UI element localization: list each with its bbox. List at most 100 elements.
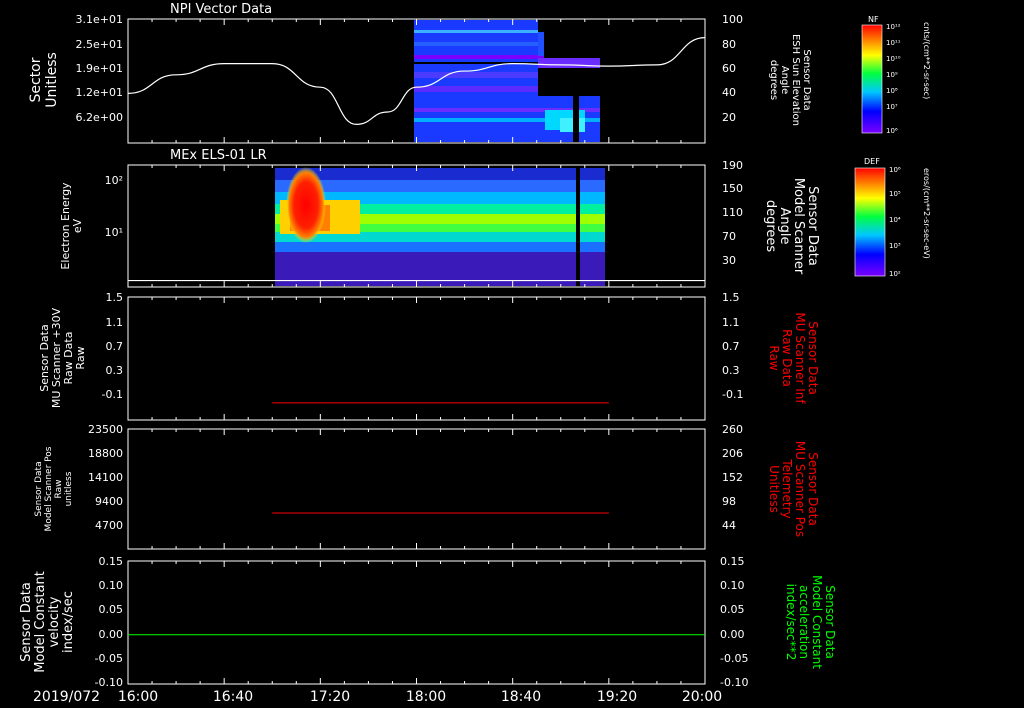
scanpos-right-axis-label: Unitless (767, 465, 781, 513)
constant-left-tick: -0.10 (95, 676, 123, 689)
mu30v-frame (127, 296, 706, 421)
npi-spectrogram (414, 20, 600, 142)
time-tick-label: 16:00 (118, 689, 158, 705)
npi-right-axis-label: ESH Sun Elevation (790, 34, 801, 126)
constant-right-axis-label: Sensor Data (823, 585, 837, 659)
scanpos-right-tick: 260 (722, 423, 743, 436)
scanpos-right-axis-label: Telemetry (780, 458, 794, 518)
npi-right-tick: 100 (722, 13, 743, 26)
els-colorbar-label: 10⁴ (889, 216, 901, 224)
mu30v-left-tick: 1.5 (106, 291, 124, 304)
mu30v-time-ticks (127, 297, 706, 420)
time-tick-label: 17:20 (310, 689, 350, 705)
npi-right-tick: 60 (722, 62, 736, 75)
time-tick-label: 20:00 (682, 689, 722, 705)
npi-colorbar-label: 10⁸ (886, 87, 898, 95)
npi-left-tick: 3.1e+01 (76, 13, 123, 26)
mu30v-left-axis-label: Raw (74, 346, 87, 369)
mu30v-right-tick: 0.7 (722, 340, 740, 353)
npi-left-tick: 6.2e+00 (76, 111, 123, 124)
scanpos-time-ticks (127, 429, 706, 549)
mu30v-right-axis-label: Raw (767, 345, 781, 370)
els-spectrogram (275, 167, 605, 286)
els-left-tick: 10² (105, 174, 123, 187)
els-right-tick: 70 (722, 230, 736, 243)
scanpos-left-axis-label: Raw (54, 480, 64, 499)
npi-colorbar-title: NF (868, 15, 879, 24)
panel-model-constant: 0.15 0.10 0.05 0.00 -0.05 -0.10 0.15 0.1… (19, 555, 837, 689)
panel-title-npi: NPI Vector Data (170, 2, 272, 17)
els-right-tick: 190 (722, 159, 743, 172)
npi-colorbar-label: 10¹¹ (886, 39, 901, 47)
scanpos-right-tick: 206 (722, 447, 743, 460)
npi-right-axis-label: degrees (768, 60, 779, 100)
npi-left-axis-label: Sector (28, 57, 44, 102)
mu30v-right-tick: 1.1 (722, 316, 740, 329)
panel-title-els: MEx ELS-01 LR (170, 148, 267, 163)
scanpos-left-axis-label: Model Scanner Pos (44, 446, 54, 531)
constant-right-axis-label: index/sec**2 (784, 584, 798, 661)
constant-left-tick: 0.15 (99, 555, 124, 568)
mu30v-right-tick: 1.5 (722, 291, 740, 304)
mu30v-right-axis-label: Raw Data (780, 329, 794, 387)
panel-mu-scanner-30v: 1.5 1.1 0.7 0.3 -0.1 1.5 1.1 0.7 0.3 -0.… (38, 291, 820, 421)
els-colorbar-label: 10⁶ (889, 166, 901, 174)
npi-colorbar-label: 10⁷ (886, 103, 898, 111)
constant-left-axis-label: Sensor Data (19, 582, 34, 662)
constant-right-axis-label: acceleration (797, 585, 811, 659)
els-right-axis-label: Angle (777, 208, 792, 245)
panel-model-scanner-pos: 23500 18800 14100 9400 4700 260 206 152 … (34, 423, 820, 550)
constant-left-tick: 0.05 (99, 603, 124, 616)
constant-left-axis-label: index/sec (61, 591, 76, 653)
npi-colorbar-units: cnts/(cm**2-sr-sec) (922, 22, 931, 99)
npi-left-tick: 2.5e+01 (76, 38, 123, 51)
constant-frame (127, 560, 706, 685)
scanpos-left-tick: 23500 (88, 423, 123, 436)
mu30v-left-tick: 0.7 (106, 340, 124, 353)
constant-right-tick: 0.15 (720, 555, 745, 568)
npi-colorbar-label: 10¹² (886, 23, 901, 31)
npi-colorbar: NF 10¹² 10¹¹ 10¹⁰ 10⁹ 10⁸ 10⁷ 10⁶ cnts/(… (861, 15, 931, 135)
scanpos-right-tick: 98 (722, 495, 736, 508)
constant-left-axis-label: velocity (47, 596, 62, 647)
constant-left-tick: 0.00 (99, 628, 124, 641)
mu30v-left-tick: 0.3 (106, 364, 124, 377)
npi-left-tick: 1.9e+01 (76, 62, 123, 75)
els-left-tick: 10¹ (105, 226, 123, 239)
time-tick-label: 18:40 (501, 689, 541, 705)
scanpos-left-axis-label: Sensor Data (34, 461, 44, 516)
mu30v-right-tick: -0.1 (722, 388, 743, 401)
constant-right-tick: 0.00 (720, 628, 745, 641)
mu30v-left-tick: 1.1 (106, 316, 124, 329)
els-colorbar-label: 10³ (889, 242, 901, 250)
panel-els: MEx ELS-01 LR 10² 10¹ 190 150 110 70 30 … (59, 148, 931, 288)
scanpos-left-tick: 4700 (95, 519, 123, 532)
npi-right-axis-label: Sensor Data (801, 49, 812, 110)
els-right-tick: 30 (722, 254, 736, 267)
constant-right-axis-label: Model Constant (810, 575, 824, 669)
npi-colorbar-label: 10⁹ (886, 71, 898, 79)
constant-right-tick: 0.10 (720, 579, 745, 592)
npi-left-axis-label: Unitless (44, 52, 60, 108)
scanpos-left-tick: 18800 (88, 447, 123, 460)
scanpos-left-axis-label: unitless (64, 471, 74, 506)
time-tick-label: 16:40 (213, 689, 253, 705)
els-colorbar-label: 10⁵ (889, 190, 901, 198)
els-right-axis-label: degrees (763, 200, 778, 253)
scanpos-right-tick: 44 (722, 519, 736, 532)
els-right-axis-label: Sensor Data (805, 186, 820, 266)
npi-colorbar-label: 10⁶ (886, 127, 898, 135)
els-right-axis-label: Model Scanner (791, 178, 806, 275)
date-label: 2019/072 (33, 689, 100, 705)
scanpos-left-tick: 14100 (88, 471, 123, 484)
panel-npi: NPI Vector Data 3.1e+01 2.5e+01 1.9e+01 … (28, 2, 931, 144)
plot-canvas: NPI Vector Data 3.1e+01 2.5e+01 1.9e+01 … (19, 2, 931, 705)
constant-left-axis-label: Model Constant (33, 571, 48, 673)
els-colorbar-title: DEF (864, 157, 880, 166)
constant-right-tick: 0.05 (720, 603, 745, 616)
els-colorbar-label: 10² (889, 270, 901, 278)
npi-right-tick: 20 (722, 111, 736, 124)
scanpos-right-axis-label: MU Scanner Pos (793, 441, 807, 537)
constant-right-tick: -0.10 (720, 676, 748, 689)
mu30v-left-tick: -0.1 (102, 388, 123, 401)
